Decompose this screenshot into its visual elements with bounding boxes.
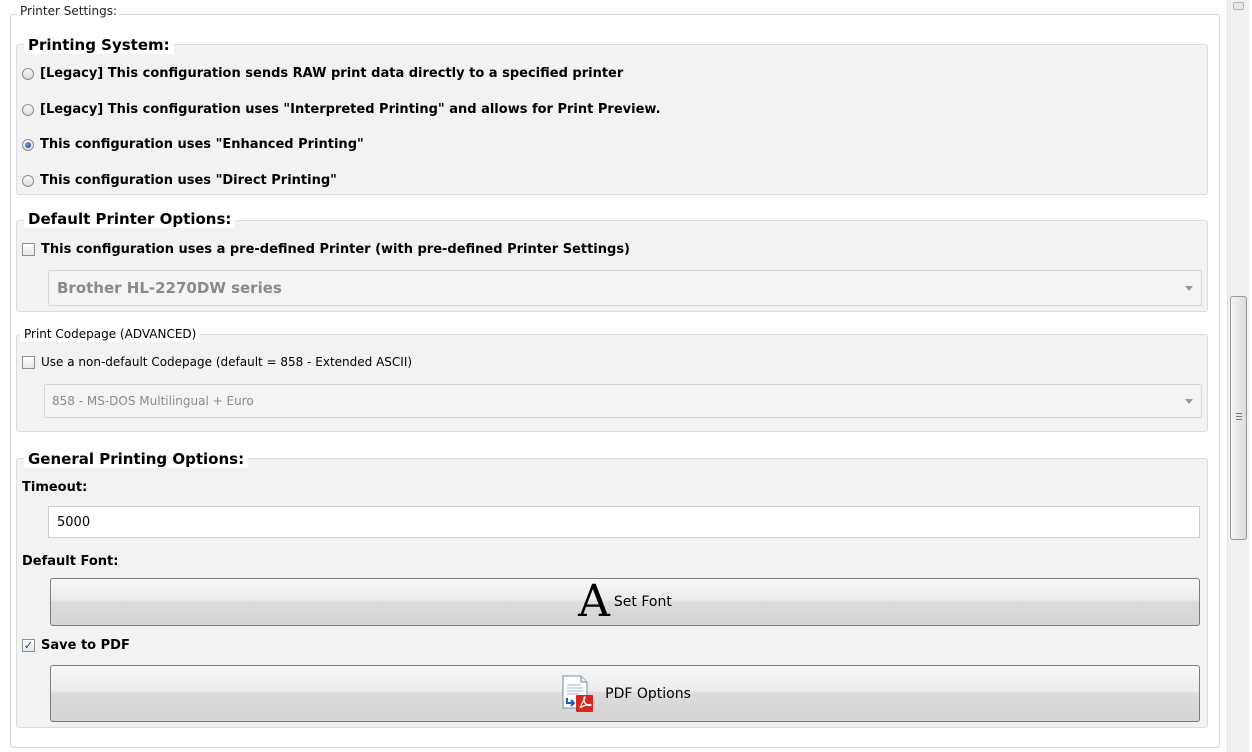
predefined-printer-checkbox[interactable]	[22, 243, 35, 256]
radio-icon[interactable]	[22, 174, 34, 187]
set-font-button[interactable]: A Set Font	[50, 578, 1200, 626]
timeout-input[interactable]	[48, 506, 1200, 538]
codepage-checkbox-row[interactable]: Use a non-default Codepage (default = 85…	[22, 355, 412, 369]
radio-option-legacy-raw[interactable]: [Legacy] This configuration sends RAW pr…	[22, 66, 623, 81]
predefined-printer-label: This configuration uses a pre-defined Pr…	[41, 242, 630, 257]
radio-label: This configuration uses "Direct Printing…	[40, 173, 337, 188]
grip-icon	[1236, 413, 1242, 422]
vertical-scrollbar[interactable]	[1227, 0, 1249, 752]
save-pdf-checkbox[interactable]: ✓	[22, 639, 35, 652]
font-letter-a-icon: A	[578, 576, 610, 627]
radio-option-legacy-interpreted[interactable]: [Legacy] This configuration uses "Interp…	[22, 102, 661, 117]
radio-label: [Legacy] This configuration sends RAW pr…	[40, 66, 624, 81]
codepage-checkbox[interactable]	[22, 355, 35, 369]
scrollbar-thumb[interactable]	[1230, 296, 1247, 540]
general-options-legend: General Printing Options:	[24, 450, 249, 468]
save-pdf-checkbox-row[interactable]: ✓ Save to PDF	[22, 638, 130, 653]
chevron-down-icon	[1185, 286, 1193, 291]
pdf-document-icon	[562, 675, 594, 712]
codepage-legend: Print Codepage (ADVANCED)	[20, 326, 201, 342]
scroll-up-arrow-icon[interactable]	[1233, 2, 1244, 10]
codepage-checkbox-label: Use a non-default Codepage (default = 85…	[41, 355, 413, 369]
save-pdf-label: Save to PDF	[41, 638, 130, 653]
timeout-label: Timeout:	[22, 480, 88, 495]
predefined-printer-checkbox-row[interactable]: This configuration uses a pre-defined Pr…	[22, 242, 630, 257]
printer-settings-title: Printer Settings:	[17, 3, 120, 19]
default-printer-legend: Default Printer Options:	[24, 210, 236, 228]
printer-select-value: Brother HL-2270DW series	[57, 279, 282, 297]
chevron-down-icon	[1185, 399, 1193, 404]
set-font-label: Set Font	[613, 594, 672, 610]
default-font-label: Default Font:	[22, 554, 119, 569]
radio-icon[interactable]	[22, 103, 34, 116]
printer-select[interactable]: Brother HL-2270DW series	[48, 270, 1202, 306]
radio-label: [Legacy] This configuration uses "Interp…	[40, 102, 661, 117]
pdf-options-button[interactable]: PDF Options	[50, 665, 1200, 722]
radio-label: This configuration uses "Enhanced Printi…	[40, 137, 364, 152]
radio-icon[interactable]	[22, 67, 34, 80]
codepage-select-value: 858 - MS-DOS Multilingual + Euro	[52, 394, 254, 408]
radio-option-enhanced[interactable]: This configuration uses "Enhanced Printi…	[22, 137, 364, 152]
radio-option-direct[interactable]: This configuration uses "Direct Printing…	[22, 173, 337, 188]
printing-system-legend: Printing System:	[24, 36, 174, 54]
codepage-select[interactable]: 858 - MS-DOS Multilingual + Euro	[44, 384, 1202, 418]
radio-selected-icon[interactable]	[22, 138, 34, 151]
pdf-options-label: PDF Options	[605, 685, 691, 702]
